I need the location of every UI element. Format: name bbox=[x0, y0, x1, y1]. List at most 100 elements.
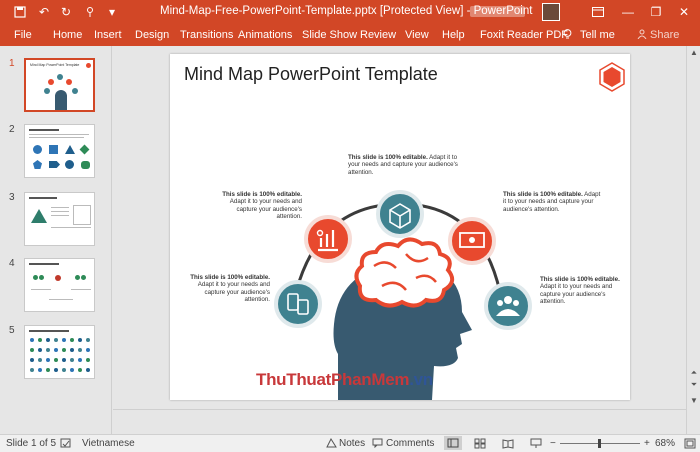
restore-button[interactable]: ❐ bbox=[642, 0, 670, 24]
save-icon[interactable] bbox=[12, 4, 28, 20]
thumb-person bbox=[75, 275, 80, 280]
touch-mode-icon[interactable] bbox=[82, 4, 98, 20]
thumb-icon bbox=[78, 348, 82, 352]
scroll-up-icon[interactable]: ▲ bbox=[689, 48, 699, 58]
thumb-text-line bbox=[29, 137, 84, 138]
thumb-icon bbox=[54, 348, 58, 352]
thumb-icon bbox=[70, 358, 74, 362]
tab-slide-show[interactable]: Slide Show bbox=[302, 29, 357, 41]
zoom-slider-handle[interactable] bbox=[598, 439, 601, 448]
thumb-icon bbox=[62, 348, 66, 352]
slide-thumbnail-5[interactable] bbox=[24, 325, 95, 379]
ribbon-tabs: File Home Insert Design Transitions Anim… bbox=[0, 24, 700, 46]
slide-thumbnail-2[interactable] bbox=[24, 124, 95, 178]
caption-right-lower[interactable]: This slide is 100% editable. Adapt it to… bbox=[540, 276, 628, 306]
caption-bold: This slide is 100% editable. bbox=[503, 191, 583, 198]
slide-thumbnail-1[interactable]: Mind Map PowerPoint Template bbox=[24, 58, 95, 112]
ribbon-display-icon[interactable] bbox=[584, 0, 612, 24]
thumb-circle bbox=[66, 79, 72, 85]
customize-icon[interactable]: ▾ bbox=[104, 4, 120, 20]
thumb-person bbox=[81, 275, 86, 280]
slide-thumbnail-pane[interactable]: 1 Mind Map PowerPoint Template 2 3 4 5 bbox=[0, 46, 112, 434]
circle-right-lower bbox=[484, 282, 532, 330]
caption-top[interactable]: This slide is 100% editable. Adapt it to… bbox=[348, 154, 458, 176]
thumb-head bbox=[55, 90, 67, 110]
spell-check-icon[interactable] bbox=[60, 438, 72, 449]
thumb-icon bbox=[78, 358, 82, 362]
caption-right-upper[interactable]: This slide is 100% editable. Adapt it to… bbox=[503, 191, 603, 213]
thumb-shape bbox=[49, 161, 60, 168]
tab-home[interactable]: Home bbox=[53, 29, 82, 41]
normal-view-icon[interactable] bbox=[444, 436, 462, 450]
thumb-icon bbox=[38, 338, 42, 342]
thumb-shape bbox=[49, 145, 58, 154]
tab-file[interactable]: File bbox=[14, 29, 32, 41]
slide-thumbnail-4[interactable] bbox=[24, 258, 95, 312]
language[interactable]: Vietnamese bbox=[82, 438, 135, 449]
status-bar: Slide 1 of 5 Vietnamese Notes Comments −… bbox=[0, 434, 700, 452]
comments-icon bbox=[372, 438, 384, 449]
thumb-circle bbox=[72, 88, 78, 94]
thumb-icon bbox=[54, 358, 58, 362]
tell-me-search[interactable]: Tell me bbox=[580, 29, 615, 41]
thumb-person bbox=[55, 275, 61, 281]
caption-text: Adapt it to your needs and capture your … bbox=[540, 283, 613, 306]
notes-button[interactable]: Notes bbox=[339, 438, 365, 449]
zoom-level[interactable]: 68% bbox=[655, 438, 675, 449]
caption-bold: This slide is 100% editable. bbox=[348, 154, 428, 161]
caption-left-upper[interactable]: This slide is 100% editable. Adapt it to… bbox=[210, 191, 302, 221]
thumb-title-line bbox=[29, 197, 57, 199]
thumb-icon bbox=[86, 368, 90, 372]
tab-review[interactable]: Review bbox=[360, 29, 396, 41]
thumb-circle bbox=[57, 74, 63, 80]
close-button[interactable]: ✕ bbox=[670, 0, 698, 24]
caption-bold: This slide is 100% editable. bbox=[540, 276, 620, 283]
circle-left-lower bbox=[274, 280, 322, 328]
redo-icon[interactable]: ↻ bbox=[58, 4, 74, 20]
caption-left-lower[interactable]: This slide is 100% editable. Adapt it to… bbox=[180, 274, 270, 304]
minimize-button[interactable]: — bbox=[614, 0, 642, 24]
comments-button[interactable]: Comments bbox=[386, 438, 434, 449]
thumb-number-5: 5 bbox=[9, 325, 15, 336]
tab-foxit-reader-pdf[interactable]: Foxit Reader PDF bbox=[480, 29, 568, 41]
share-button[interactable]: Share bbox=[650, 29, 679, 41]
slide-canvas[interactable]: Mind Map PowerPoint Template This slide … bbox=[170, 54, 630, 400]
thumb-shape bbox=[79, 144, 90, 155]
circle-right-upper bbox=[448, 217, 496, 265]
fit-to-window-icon[interactable] bbox=[684, 438, 696, 449]
thumb-shape bbox=[81, 161, 90, 169]
slide-editing-area[interactable]: Mind Map PowerPoint Template This slide … bbox=[113, 46, 686, 434]
thumb-text-line bbox=[51, 227, 91, 228]
thumb-icon bbox=[30, 338, 34, 342]
watermark-tld: .vn bbox=[409, 370, 433, 389]
tab-insert[interactable]: Insert bbox=[94, 29, 122, 41]
avatar[interactable] bbox=[542, 3, 560, 21]
next-slide-icon[interactable]: ⏷ bbox=[689, 380, 699, 390]
tab-animations[interactable]: Animations bbox=[238, 29, 292, 41]
slide-sorter-icon[interactable] bbox=[474, 438, 486, 449]
slide-show-icon[interactable] bbox=[530, 438, 542, 449]
caption-bold: This slide is 100% editable. bbox=[190, 274, 270, 281]
tab-view[interactable]: View bbox=[405, 29, 429, 41]
slide-thumbnail-3[interactable] bbox=[24, 192, 95, 246]
scroll-down-icon[interactable]: ▼ bbox=[689, 396, 699, 406]
thumb-icon bbox=[38, 348, 42, 352]
previous-slide-icon[interactable]: ⏶ bbox=[689, 368, 699, 378]
vertical-scrollbar[interactable]: ▲ ⏶ ⏷ ▼ bbox=[686, 46, 700, 434]
watermark-text: ThuThuatPhanMem.vn bbox=[256, 370, 433, 390]
share-icon[interactable] bbox=[637, 29, 647, 42]
thumb-number-1: 1 bbox=[9, 58, 15, 69]
account-name-blurred bbox=[470, 6, 525, 17]
tab-design[interactable]: Design bbox=[135, 29, 169, 41]
tab-help[interactable]: Help bbox=[442, 29, 465, 41]
zoom-in-button[interactable]: + bbox=[644, 438, 650, 449]
caption-text: Adapt it to your needs and capture your … bbox=[197, 281, 270, 304]
reading-view-icon[interactable] bbox=[502, 438, 514, 449]
undo-icon[interactable]: ↶ bbox=[36, 4, 52, 20]
thumb-icon bbox=[70, 368, 74, 372]
brain bbox=[354, 237, 455, 308]
slide-count[interactable]: Slide 1 of 5 bbox=[6, 438, 56, 449]
zoom-out-button[interactable]: − bbox=[550, 438, 556, 449]
thumb-shape bbox=[65, 160, 74, 169]
tab-transitions[interactable]: Transitions bbox=[180, 29, 233, 41]
